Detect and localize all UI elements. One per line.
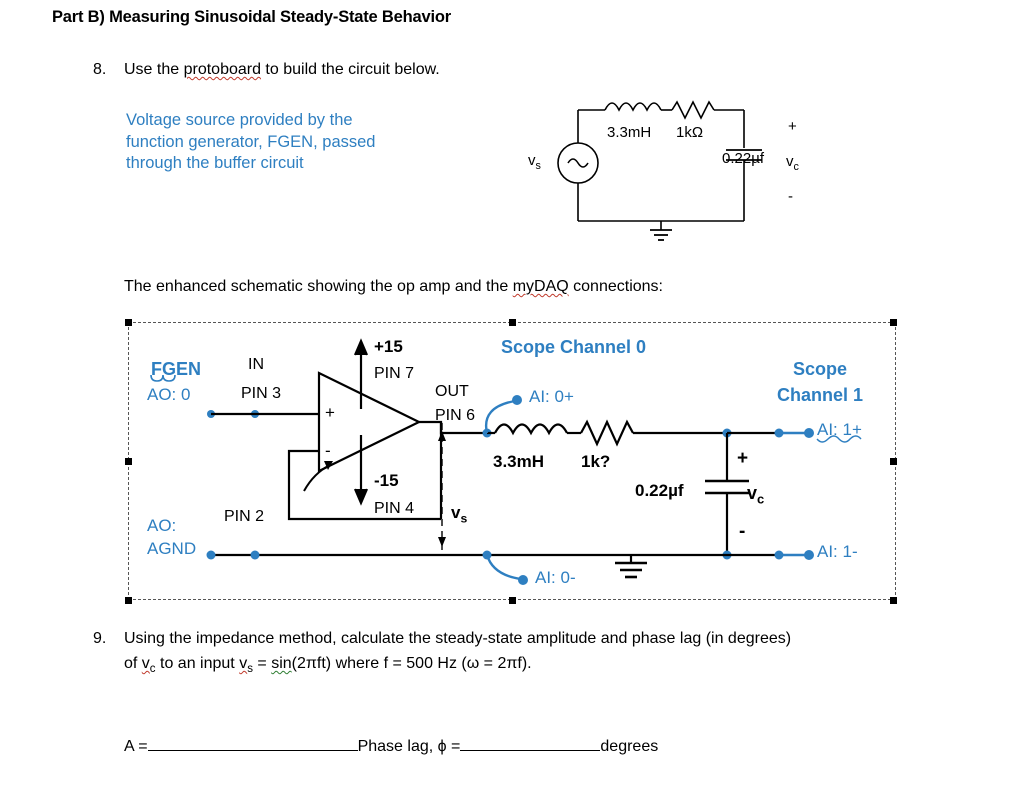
- answer-blanks-row: A = Phase lag, ϕ = degrees: [124, 738, 658, 756]
- item-8-number: 8.: [93, 61, 107, 78]
- top-capacitor-label: 0.22µf: [722, 150, 765, 167]
- ai0-minus-label: AI: 0-: [535, 568, 576, 587]
- schematic-minus-label: -: [739, 521, 746, 542]
- out-label: OUT: [435, 383, 469, 400]
- vs-label: vs: [451, 503, 468, 526]
- blue-note-text: Voltage source provided by the function …: [126, 111, 376, 172]
- plus15-label: +15: [374, 337, 403, 356]
- pin6-label: PIN 6: [435, 407, 476, 424]
- item-9-line-1: Using the impedance method, calculate th…: [124, 630, 792, 647]
- top-plus-label: +: [788, 118, 797, 135]
- item9-vs: vs: [239, 655, 253, 676]
- top-source-label: vs: [528, 152, 541, 172]
- item-9-number: 9.: [93, 630, 107, 647]
- spellcheck-protoboard: protoboard: [183, 61, 261, 78]
- pin3-label: PIN 3: [241, 385, 282, 402]
- amplitude-blank[interactable]: [147, 750, 358, 751]
- item9-part4: (2πft) where f = 500 Hz (ω = 2πf).: [291, 655, 532, 672]
- top-inductor-label: 3.3mH: [607, 124, 652, 141]
- top-resistor-label: 1kΩ: [676, 124, 704, 141]
- ai1-minus-label: AI: 1-: [817, 542, 858, 561]
- item9-vc: vc: [141, 655, 156, 676]
- grammar-sin: sin: [271, 655, 292, 672]
- phase-lag-label: Phase lag, ϕ =: [357, 738, 461, 755]
- scope-channel-0-label: Scope Channel 0: [501, 337, 647, 357]
- channel-1-label: Channel 1: [777, 385, 864, 405]
- phase-lag-blank[interactable]: [460, 750, 601, 751]
- schematic-capacitor-label: 0.22µf: [635, 481, 684, 500]
- enhanced-schematic: FGEN AO: 0 AO: AGND IN PIN 3 +15 PIN 7 -…: [125, 319, 897, 604]
- top-circuit-diagram: vs 3.3mH 1kΩ 0.22µf + - vc: [500, 88, 860, 248]
- schematic-resistor-label: 1k?: [581, 452, 611, 471]
- caption-after: connections:: [568, 278, 663, 295]
- scope-label: Scope: [793, 359, 848, 379]
- ai1-plus-label: AI: 1+: [817, 420, 862, 439]
- pin2-label: PIN 2: [224, 508, 265, 525]
- pin4-label: PIN 4: [374, 500, 415, 517]
- spellcheck-mydaq: myDAQ: [512, 278, 569, 295]
- caption-before: The enhanced schematic showing the op am…: [124, 278, 513, 295]
- pin7-label: PIN 7: [374, 365, 415, 382]
- item-8-text-after: to build the circuit below.: [260, 61, 440, 78]
- schematic-vc-label: vc: [747, 483, 765, 507]
- degrees-label: degrees: [600, 738, 659, 755]
- schematic-inductor-label: 3.3mH: [493, 452, 545, 471]
- top-minus-label: -: [788, 188, 793, 205]
- item9-part1: of: [124, 655, 142, 672]
- agnd-label: AGND: [147, 539, 197, 558]
- in-label: IN: [248, 356, 264, 373]
- page-title: Part B) Measuring Sinusoidal Steady-Stat…: [52, 8, 451, 26]
- top-circuit-svg: [557, 100, 762, 241]
- item9-part2: to an input: [155, 655, 240, 672]
- ai0-plus-label: AI: 0+: [529, 387, 574, 406]
- item-9-line-2: of vc to an input vs = sin(2πft) where f…: [124, 655, 532, 675]
- top-vc-label: vc: [786, 153, 799, 173]
- enhanced-schematic-caption: The enhanced schematic showing the op am…: [124, 278, 663, 296]
- minus15-label: -15: [374, 471, 399, 490]
- opamp-minus-label: -: [325, 441, 331, 460]
- amplitude-label: A =: [124, 738, 148, 755]
- fgen-label: FGEN: [151, 359, 202, 379]
- item9-part3: =: [252, 655, 272, 672]
- ao0-label: AO: 0: [147, 385, 191, 404]
- schematic-plus-label: +: [737, 448, 749, 469]
- item-8-text-before: Use the: [124, 61, 184, 78]
- item-8-text: Use the protoboard to build the circuit …: [124, 61, 440, 79]
- opamp-plus-label: +: [325, 403, 335, 422]
- ao-label: AO:: [147, 516, 177, 535]
